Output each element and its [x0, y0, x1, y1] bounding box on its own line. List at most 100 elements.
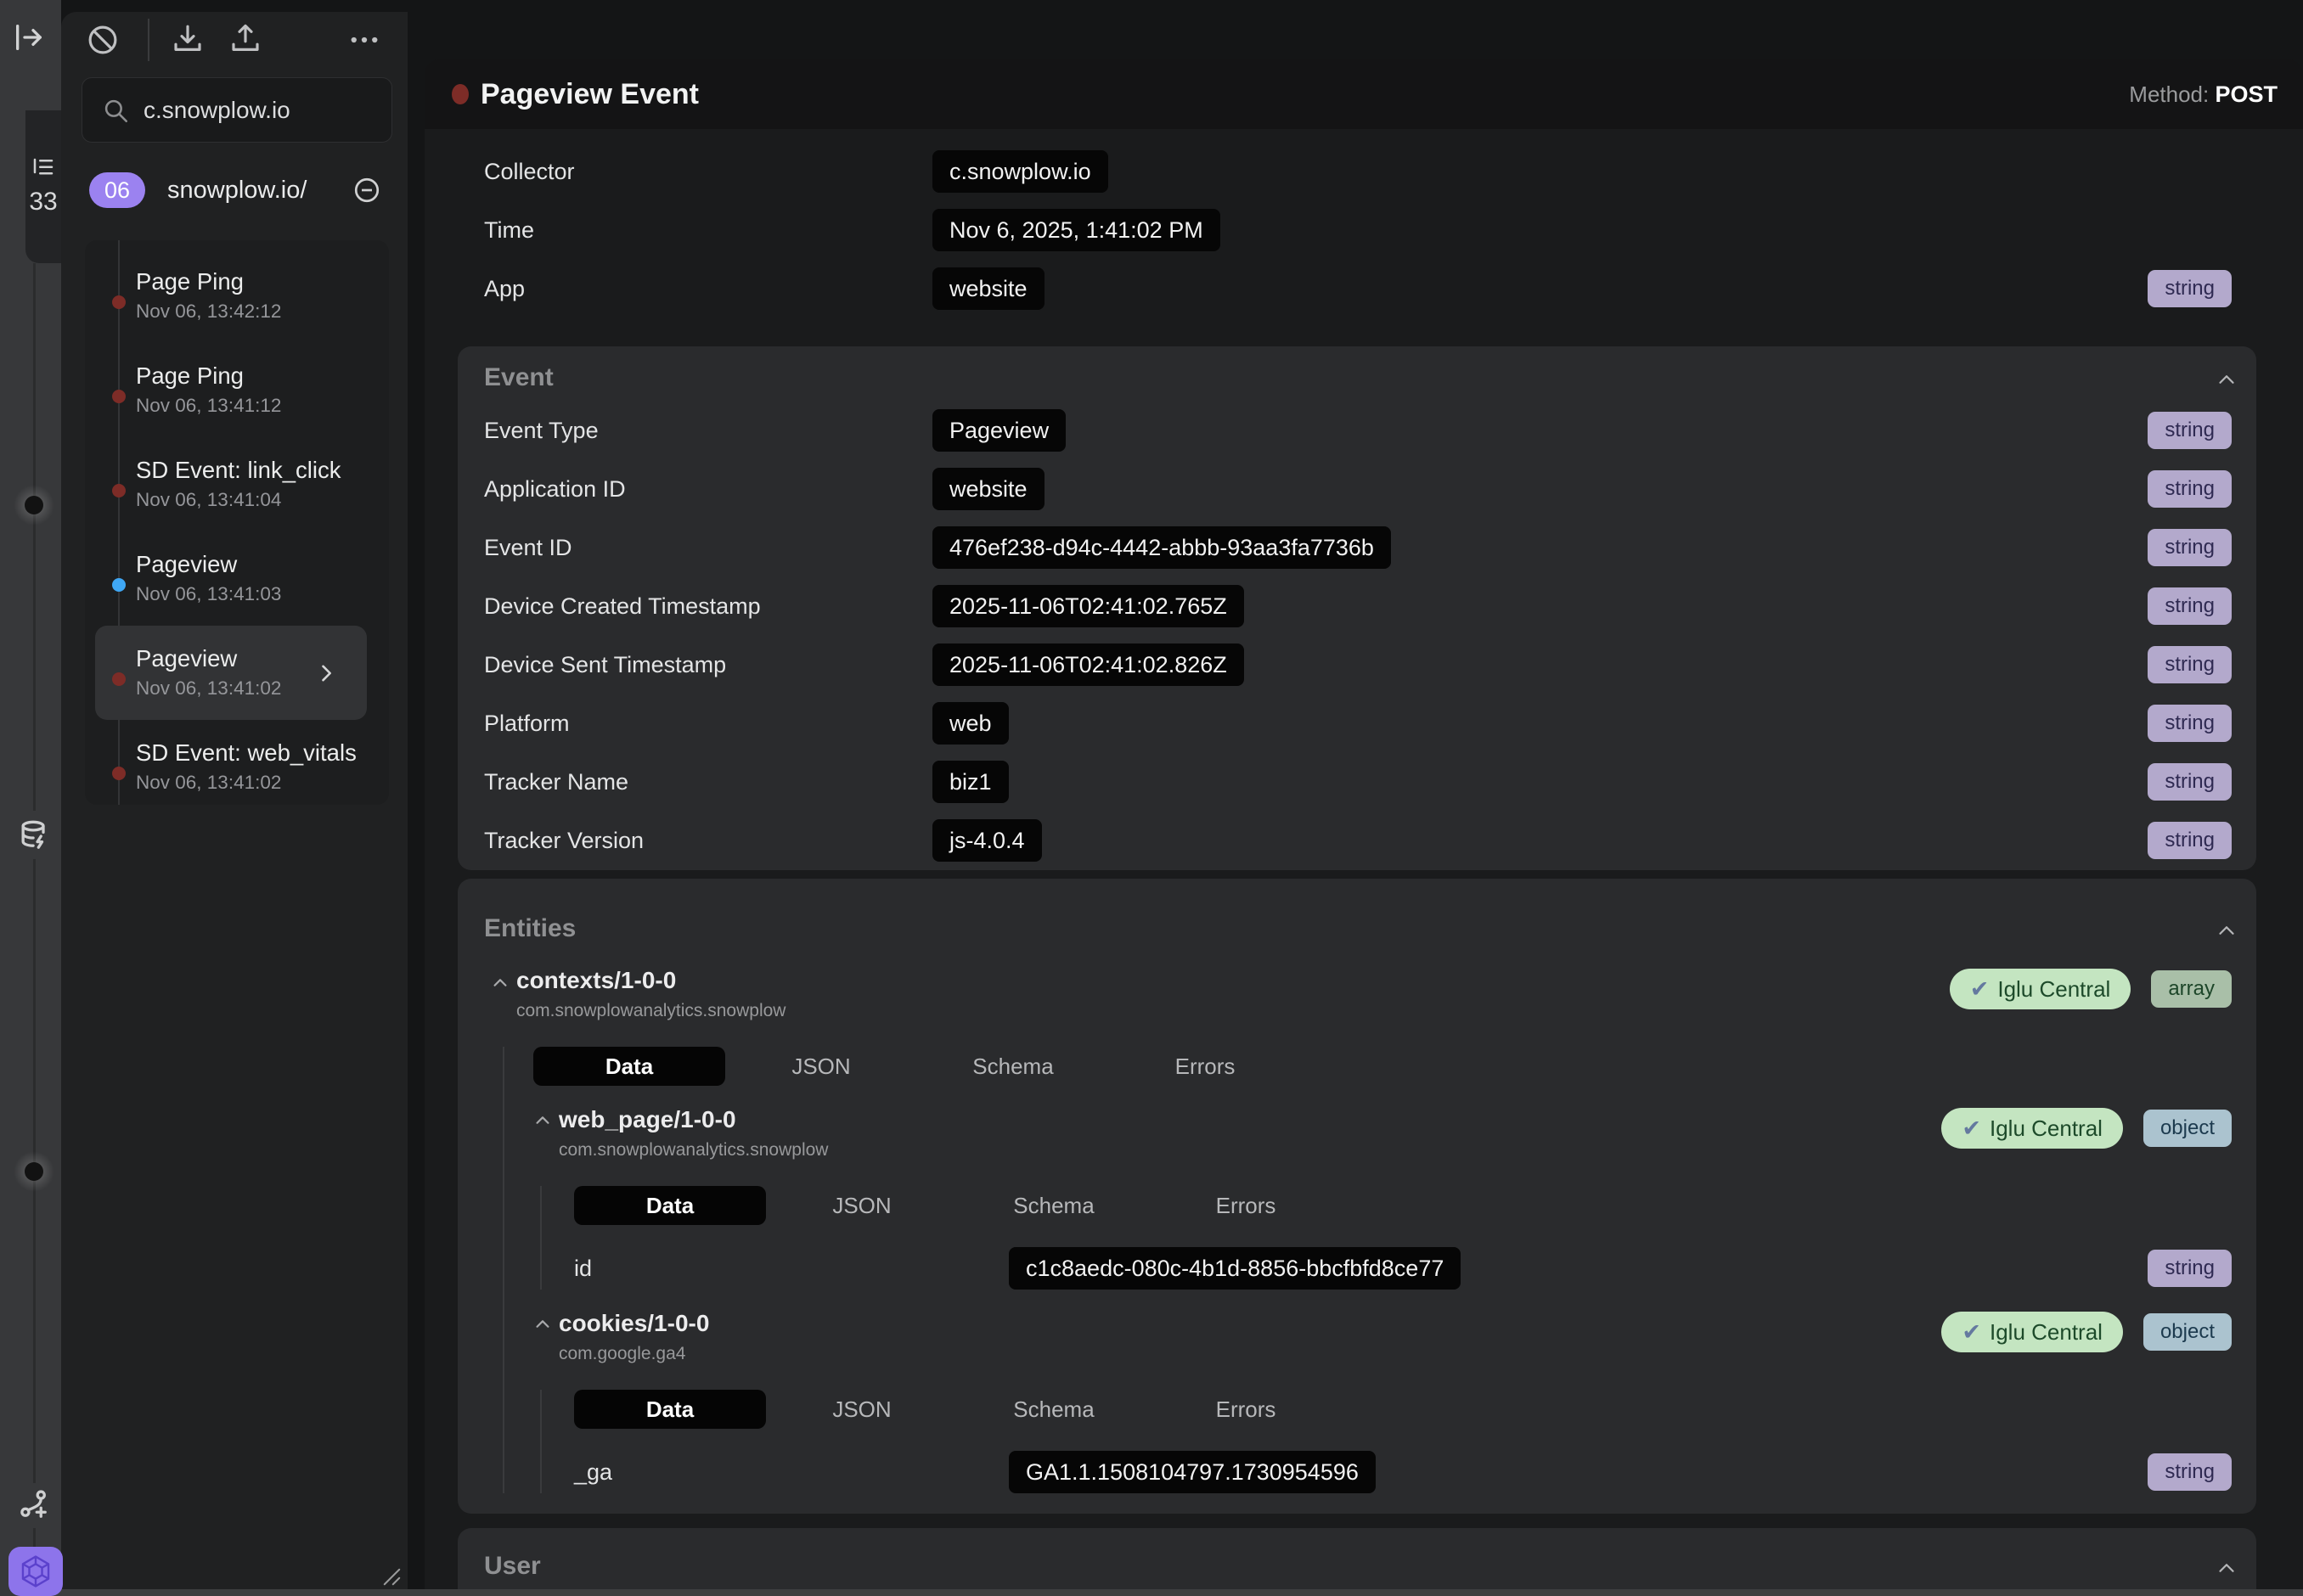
list-item-link-click[interactable]: SD Event: link_click Nov 06, 13:41:04: [85, 437, 389, 531]
collapse-group-icon[interactable]: [352, 175, 382, 205]
database-bolt-icon[interactable]: [15, 818, 53, 855]
type-badge: string: [2148, 412, 2232, 449]
row-label: Time: [484, 217, 932, 244]
tab-json[interactable]: JSON: [766, 1390, 958, 1429]
row-label: Device Sent Timestamp: [484, 652, 932, 678]
row-label: Platform: [484, 711, 932, 737]
expand-panel-icon[interactable]: [12, 20, 46, 54]
collapse-entity-icon[interactable]: [533, 1315, 552, 1334]
list-item-pageview-1[interactable]: Pageview Nov 06, 13:41:03: [85, 531, 389, 626]
rail-timeline-line: [33, 1528, 36, 1548]
rail-timeline-line: [33, 263, 36, 811]
row-value[interactable]: web: [932, 702, 1009, 745]
event-title: SD Event: web_vitals: [136, 739, 389, 767]
group-label: snowplow.io/: [167, 177, 307, 205]
chevron-up-icon[interactable]: [2214, 918, 2239, 943]
row-event-id: Event ID 476ef238-d94c-4442-abbb-93aa3fa…: [484, 526, 2232, 569]
tab-errors[interactable]: Errors: [1150, 1186, 1342, 1225]
collector-group-header[interactable]: 06 snowplow.io/: [89, 172, 382, 208]
tab-data[interactable]: Data: [533, 1047, 725, 1086]
entity-body: Data JSON Schema Errors id c1c8aedc-080c…: [540, 1186, 2232, 1290]
sidebar-toolbar: [61, 12, 408, 65]
rail-timeline-dot[interactable]: [14, 1151, 54, 1192]
type-badge: string: [2148, 529, 2232, 566]
group-count-badge: 06: [89, 172, 145, 208]
row-value[interactable]: js-4.0.4: [932, 819, 1042, 862]
chevron-up-icon[interactable]: [2214, 367, 2239, 392]
list-item-pageview-selected[interactable]: Pageview Nov 06, 13:41:02: [95, 626, 367, 720]
row-value[interactable]: 2025-11-06T02:41:02.765Z: [932, 585, 1244, 627]
row-value[interactable]: Nov 6, 2025, 1:41:02 PM: [932, 209, 1220, 251]
type-badge: string: [2148, 763, 2232, 801]
rail-timeline-dot[interactable]: [14, 485, 54, 525]
import-icon[interactable]: [170, 22, 206, 58]
row-application-id: Application ID website string: [484, 468, 2232, 510]
type-badge: string: [2148, 822, 2232, 859]
resize-handle[interactable]: [377, 1562, 403, 1588]
event-section: Event Event Type Pageview string Applica…: [458, 346, 2256, 870]
tab-json[interactable]: JSON: [725, 1047, 917, 1086]
row-value[interactable]: 476ef238-d94c-4442-abbb-93aa3fa7736b: [932, 526, 1391, 569]
collapse-entity-icon[interactable]: [491, 974, 510, 992]
row-label: Device Created Timestamp: [484, 593, 932, 620]
row-value[interactable]: Pageview: [932, 409, 1066, 452]
clear-events-icon[interactable]: [85, 22, 121, 58]
registry-label: Iglu Central: [1997, 976, 2110, 1003]
more-options-icon[interactable]: [346, 22, 382, 58]
event-time: Nov 06, 13:41:03: [136, 582, 389, 607]
hexagon-cube-icon: [17, 1553, 54, 1590]
tab-errors[interactable]: Errors: [1109, 1047, 1301, 1086]
entity-tabs: Data JSON Schema Errors: [533, 1047, 2232, 1086]
app-logo[interactable]: [8, 1547, 63, 1596]
row-value[interactable]: GA1.1.1508104797.1730954596: [1009, 1451, 1376, 1493]
tab-errors[interactable]: Errors: [1150, 1390, 1342, 1429]
row-value[interactable]: c1c8aedc-080c-4b1d-8856-bbcfbfd8ce77: [1009, 1247, 1461, 1290]
event-title: Page Ping: [136, 267, 389, 296]
event-count-tab[interactable]: 33: [25, 110, 61, 263]
type-badge: object: [2143, 1313, 2232, 1351]
search-icon: [101, 96, 130, 125]
git-branch-plus-icon[interactable]: [15, 1486, 53, 1524]
tab-schema[interactable]: Schema: [958, 1186, 1150, 1225]
list-item-web-vitals[interactable]: SD Event: web_vitals Nov 06, 13:41:02: [85, 720, 389, 814]
tab-data[interactable]: Data: [574, 1390, 766, 1429]
event-detail-panel: Pageview Event Method: POST Collector c.…: [425, 59, 2303, 1596]
tab-json[interactable]: JSON: [766, 1186, 958, 1225]
list-item-page-ping-2[interactable]: Page Ping Nov 06, 13:41:12: [85, 343, 389, 437]
type-badge: object: [2143, 1110, 2232, 1147]
row-value[interactable]: 2025-11-06T02:41:02.826Z: [932, 643, 1244, 686]
event-type-dot: [452, 84, 469, 104]
entity-vendor: com.snowplowanalytics.snowplow: [516, 1001, 785, 1021]
sidebar: 06 snowplow.io/ Page Ping Nov 06, 13:42:…: [61, 12, 408, 1596]
page-title: Pageview Event: [481, 78, 699, 111]
row-value[interactable]: c.snowplow.io: [932, 150, 1108, 193]
search-input[interactable]: [142, 96, 358, 125]
event-dot: [112, 578, 126, 592]
row-value[interactable]: website: [932, 468, 1045, 510]
overview-row-collector: Collector c.snowplow.io: [484, 149, 2232, 194]
chevron-up-icon[interactable]: [2214, 1555, 2239, 1581]
iglu-central-badge[interactable]: ✔Iglu Central: [1941, 1312, 2123, 1352]
row-value[interactable]: website: [932, 267, 1045, 310]
method-value: POST: [2215, 81, 2278, 107]
tab-schema[interactable]: Schema: [958, 1390, 1150, 1429]
app-window: 33: [0, 0, 2303, 1596]
search-box[interactable]: [82, 77, 392, 143]
event-title: SD Event: link_click: [136, 456, 389, 485]
row-label: Event Type: [484, 418, 932, 444]
type-badge: array: [2151, 970, 2232, 1008]
export-icon[interactable]: [228, 22, 263, 58]
row-value[interactable]: biz1: [932, 761, 1009, 803]
type-badge: string: [2148, 470, 2232, 508]
collapse-entity-icon[interactable]: [533, 1111, 552, 1130]
tab-schema[interactable]: Schema: [917, 1047, 1109, 1086]
tab-data[interactable]: Data: [574, 1186, 766, 1225]
entity-contexts: contexts/1-0-0 com.snowplowanalytics.sno…: [484, 967, 2232, 1493]
type-badge: string: [2148, 1453, 2232, 1491]
row-id: id c1c8aedc-080c-4b1d-8856-bbcfbfd8ce77 …: [574, 1247, 2232, 1290]
list-item-page-ping-1[interactable]: Page Ping Nov 06, 13:42:12: [85, 249, 389, 343]
iglu-central-badge[interactable]: ✔Iglu Central: [1950, 969, 2131, 1009]
event-dot: [112, 767, 126, 780]
entity-body: Data JSON Schema Errors web_page/1-0-0: [503, 1047, 2232, 1493]
iglu-central-badge[interactable]: ✔Iglu Central: [1941, 1108, 2123, 1149]
